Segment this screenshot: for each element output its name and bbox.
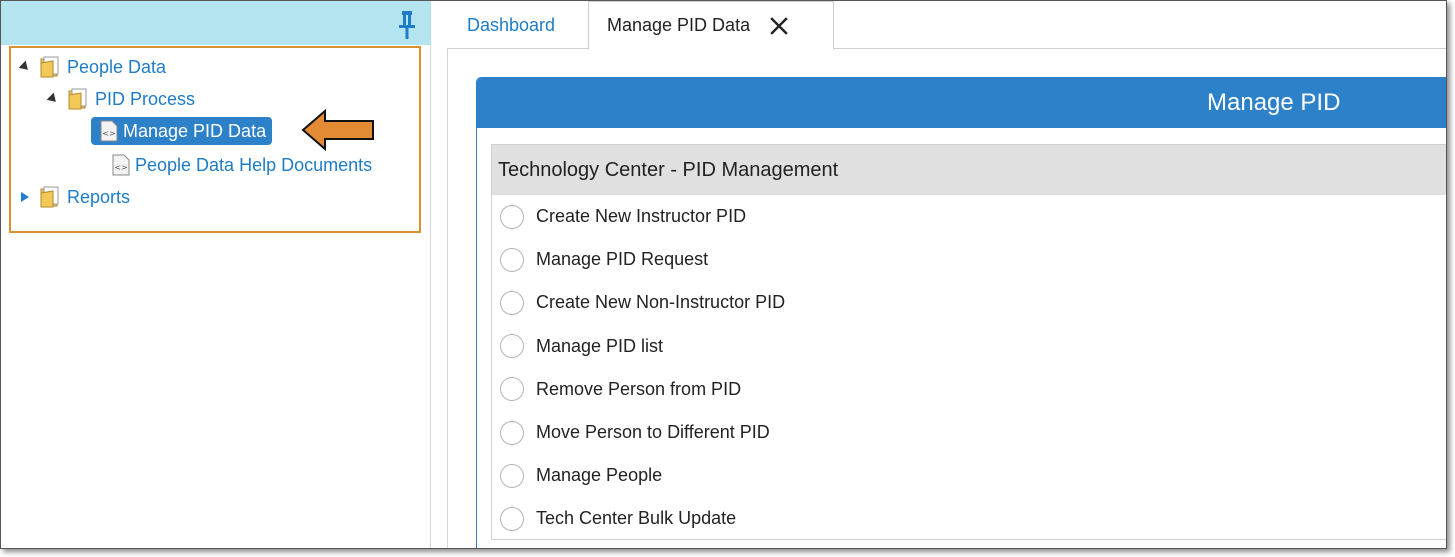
option-remove-person-from-pid[interactable]: Remove Person from PID <box>492 368 1446 411</box>
option-label: Tech Center Bulk Update <box>536 508 737 529</box>
tree-node-help-documents[interactable]: <> People Data Help Documents <box>111 152 372 178</box>
option-create-new-instructor-pid[interactable]: Create New Instructor PID <box>492 195 1446 238</box>
panel-header-bar <box>1 1 431 45</box>
option-move-person-to-different-pid[interactable]: Move Person to Different PID <box>492 411 1446 454</box>
pin-icon[interactable] <box>395 10 419 40</box>
expand-arrow-icon[interactable] <box>47 93 59 105</box>
option-tech-center-bulk-update[interactable]: Tech Center Bulk Update <box>492 497 1446 540</box>
document-icon: <> <box>100 120 118 142</box>
option-label: Manage People <box>536 465 663 486</box>
option-label: Manage PID Request <box>536 249 709 270</box>
radio-button[interactable] <box>500 204 524 229</box>
selected-tree-item[interactable]: <> Manage PID Data <box>91 117 273 145</box>
close-icon[interactable] <box>770 16 788 35</box>
option-manage-people[interactable]: Manage People <box>492 454 1446 497</box>
manage-pid-card: Manage PID Technology Center - PID Manag… <box>476 77 1446 548</box>
tab-label: Manage PID Data <box>607 15 751 35</box>
radio-button[interactable] <box>500 247 524 272</box>
option-label: Create New Instructor PID <box>536 206 747 227</box>
pid-management-section: Technology Center - PID Management Creat… <box>491 144 1446 541</box>
tab-label: Dashboard <box>467 14 556 35</box>
document-icon: <> <box>112 154 130 176</box>
option-manage-pid-request[interactable]: Manage PID Request <box>492 238 1446 281</box>
arrow-left-icon <box>301 109 374 151</box>
option-manage-pid-list[interactable]: Manage PID list <box>492 325 1446 368</box>
tree-node-reports[interactable]: Reports <box>19 184 130 210</box>
content-area: Manage PID Technology Center - PID Manag… <box>447 49 1446 548</box>
app-window: People Data PID Process <> Manage PID Da… <box>0 0 1447 549</box>
radio-button[interactable] <box>500 290 524 315</box>
card-title: Manage PID <box>1207 89 1341 116</box>
svg-text:<>: <> <box>114 163 127 172</box>
section-title: Technology Center - PID Management <box>492 145 1446 195</box>
folder-icon <box>40 186 59 208</box>
tab-manage-pid-data[interactable]: Manage PID Data <box>588 1 834 50</box>
option-label: Remove Person from PID <box>536 378 742 399</box>
tree-label: People Data Help Documents <box>135 154 373 175</box>
option-create-new-non-instructor-pid[interactable]: Create New Non-Instructor PID <box>492 281 1446 324</box>
option-label: Manage PID list <box>536 335 664 356</box>
tree-label: Manage PID Data <box>123 120 267 141</box>
radio-button[interactable] <box>500 506 524 531</box>
option-label: Move Person to Different PID <box>536 422 770 443</box>
tree-node-people-data[interactable]: People Data <box>19 54 166 80</box>
collapse-arrow-icon[interactable] <box>19 191 31 203</box>
tree-node-pid-process[interactable]: PID Process <box>47 86 195 112</box>
svg-text:<>: <> <box>102 129 115 138</box>
tree-node-manage-pid-data[interactable]: <> Manage PID Data <box>91 117 273 145</box>
card-header: Manage PID <box>477 78 1446 128</box>
option-label: Create New Non-Instructor PID <box>536 292 786 313</box>
tab-bar: Dashboard Manage PID Data <box>447 1 1446 50</box>
tab-dashboard[interactable]: Dashboard <box>447 1 575 49</box>
tree-label: PID Process <box>95 88 196 109</box>
tree-label: People Data <box>67 56 167 77</box>
radio-button[interactable] <box>500 463 524 488</box>
options-list: Create New Instructor PID Manage PID Req… <box>492 195 1446 541</box>
folder-icon <box>40 56 59 78</box>
expand-arrow-icon[interactable] <box>19 61 31 73</box>
navigation-panel: People Data PID Process <> Manage PID Da… <box>1 1 431 548</box>
tree-label: Reports <box>67 186 131 207</box>
radio-button[interactable] <box>500 334 524 359</box>
radio-button[interactable] <box>500 377 524 402</box>
folder-icon <box>68 88 87 110</box>
radio-button[interactable] <box>500 420 524 445</box>
